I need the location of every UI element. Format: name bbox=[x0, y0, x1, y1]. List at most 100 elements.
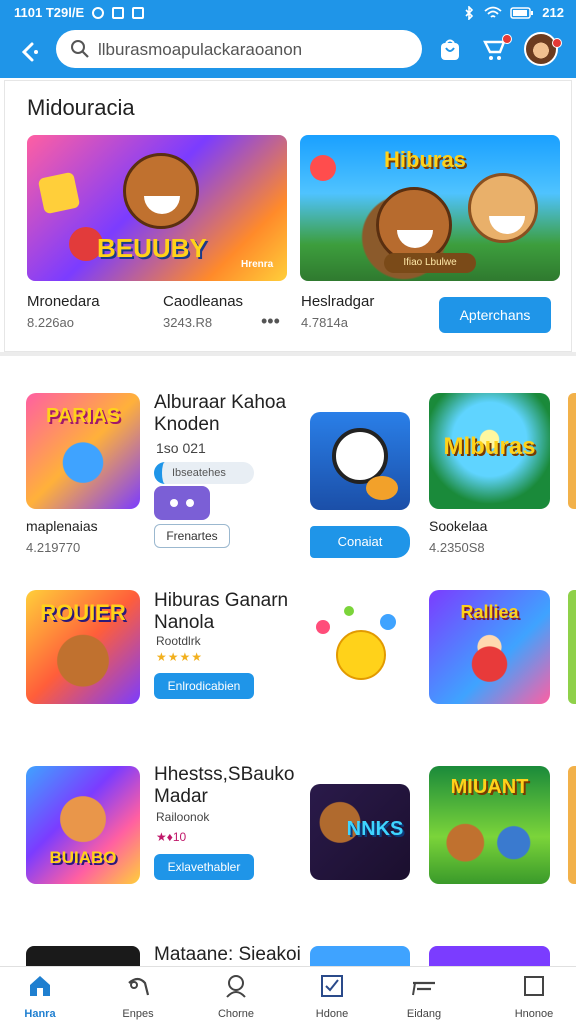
shopping-bag-icon bbox=[441, 39, 459, 60]
search-bar[interactable]: llburasmoapulackaraoanon bbox=[56, 30, 422, 68]
notification-icon bbox=[92, 6, 105, 19]
nav-more[interactable]: Hnonoe bbox=[494, 973, 574, 1023]
game-title-line2: Nanola bbox=[154, 612, 215, 633]
section-title: Midouracia bbox=[27, 95, 135, 120]
battery-level: 212 bbox=[542, 5, 564, 20]
tools-icon bbox=[412, 981, 435, 996]
home-icon bbox=[30, 976, 50, 996]
square-icon bbox=[524, 976, 544, 996]
discord-icon[interactable] bbox=[154, 486, 210, 520]
more-options-icon[interactable]: ••• bbox=[261, 311, 280, 332]
nav-label: Enpes bbox=[122, 1008, 154, 1020]
item-name: Heslradgar bbox=[301, 293, 375, 310]
game-tile-title: Mlburas bbox=[443, 433, 536, 460]
cart-badge-icon bbox=[502, 34, 512, 44]
game-tile[interactable]: MIUANT bbox=[429, 766, 550, 884]
connect-button[interactable]: Conaiat bbox=[310, 526, 410, 558]
game-tile[interactable] bbox=[310, 946, 410, 966]
avatar-badge-icon bbox=[552, 38, 562, 48]
game-title-line2: Knoden bbox=[154, 414, 220, 435]
status-time: 1101 T29l/E bbox=[14, 5, 85, 20]
status-bar: 1101 T29l/E 212 bbox=[0, 0, 576, 26]
smiley-character-icon bbox=[336, 630, 386, 680]
featured-section: Midouracia BEUUBY Hrenra Hiburas Ifiao L… bbox=[4, 80, 572, 352]
featured-banner-1[interactable]: BEUUBY Hrenra bbox=[27, 135, 287, 281]
game-tile-title: Ralliea bbox=[460, 602, 519, 622]
bottom-navigation: Hanra Enpes Chorne Hdone Eidang Hnonoe bbox=[0, 966, 576, 1024]
fruit-icon bbox=[310, 155, 336, 181]
banner-1-badge: Hrenra bbox=[241, 259, 274, 270]
item-sub: 8.226ao bbox=[27, 315, 74, 330]
game-tile-partial[interactable] bbox=[568, 766, 576, 884]
nav-label: Hnonoe bbox=[514, 1008, 554, 1020]
game-tile[interactable] bbox=[310, 412, 410, 510]
featured-banner-2[interactable]: Hiburas Ifiao Lbulwe bbox=[300, 135, 560, 281]
search-icon bbox=[71, 40, 89, 58]
avatar[interactable] bbox=[524, 32, 558, 66]
nav-done[interactable]: Hdone bbox=[292, 973, 372, 1023]
game-tile-title: PARIAS bbox=[45, 405, 121, 427]
sparkle-icon bbox=[316, 620, 330, 634]
nav-home[interactable]: Hanra bbox=[0, 973, 80, 1023]
game-tile[interactable]: ROUIER bbox=[26, 590, 140, 704]
nav-explore[interactable]: Enpes bbox=[98, 973, 178, 1023]
app-notification-icon bbox=[112, 6, 125, 19]
banner-2-title: Hiburas bbox=[384, 147, 466, 172]
top-app-bar: llburasmoapulackaraoanon bbox=[0, 26, 576, 78]
game-tile-partial[interactable] bbox=[568, 393, 576, 509]
cart-button[interactable] bbox=[482, 34, 512, 64]
section-divider bbox=[0, 352, 576, 356]
store-button[interactable] bbox=[436, 36, 464, 64]
nav-label: Hdone bbox=[315, 1008, 349, 1020]
game-sub: 1so 021 bbox=[156, 440, 206, 456]
download-icon bbox=[132, 6, 145, 19]
checkbox-icon bbox=[321, 975, 343, 997]
game-title: Hiburas Ganarn bbox=[154, 590, 289, 611]
item-sub: 3243.R8 bbox=[163, 315, 213, 330]
item-name: Caodleanas bbox=[163, 293, 244, 310]
sparkle-icon bbox=[380, 614, 396, 630]
secondary-button[interactable]: Frenartes bbox=[154, 524, 230, 548]
user-icon bbox=[226, 975, 246, 998]
rating-stars-icon: ★★★★ bbox=[156, 650, 204, 664]
game-tile[interactable]: PARIAS bbox=[26, 393, 140, 509]
nav-label: Hanra bbox=[24, 1008, 56, 1020]
item-name: Mronedara bbox=[27, 293, 100, 310]
game-tile[interactable] bbox=[429, 946, 550, 966]
action-button[interactable]: Apterchans bbox=[439, 297, 551, 333]
banner-2-tag: Ifiao Lbulwe bbox=[384, 253, 476, 273]
game-meta: 4.2350S8 bbox=[429, 540, 485, 555]
game-tile[interactable]: BUIABO bbox=[26, 766, 140, 884]
game-tile[interactable] bbox=[26, 946, 140, 966]
rating-icon: ★♦10 bbox=[156, 830, 187, 844]
game-title: Hhestss,SBauko bbox=[154, 764, 295, 785]
category-chip[interactable]: Ibseatehes bbox=[154, 462, 254, 484]
emoji-character-tile[interactable] bbox=[310, 600, 410, 700]
install-button[interactable]: Exlavethabler bbox=[154, 854, 254, 880]
search-input[interactable]: llburasmoapulackaraoanon bbox=[98, 40, 302, 60]
nav-library[interactable]: Eidang bbox=[384, 973, 464, 1023]
game-name: maplenaias bbox=[26, 518, 98, 534]
game-tile-partial[interactable] bbox=[568, 590, 576, 704]
game-tile-title: NNKS bbox=[346, 818, 404, 840]
game-meta: 4.219770 bbox=[26, 540, 81, 555]
game-sub: Railoonok bbox=[156, 810, 210, 824]
wifi-icon bbox=[484, 6, 502, 18]
game-tile-title: BUIABO bbox=[49, 848, 117, 867]
game-title-line2: Madar bbox=[154, 786, 208, 807]
toy-block-icon bbox=[37, 171, 81, 215]
back-button[interactable] bbox=[16, 38, 44, 66]
game-title: Alburaar Kahoa bbox=[154, 392, 287, 413]
game-tile[interactable]: Ralliea bbox=[429, 590, 550, 704]
game-tile[interactable]: Mlburas bbox=[429, 393, 550, 509]
sparkle-icon bbox=[344, 606, 354, 616]
nav-games[interactable]: Chorne bbox=[196, 973, 276, 1023]
game-tile-title: ROUIER bbox=[40, 600, 126, 625]
game-tile[interactable]: NNKS bbox=[310, 784, 410, 880]
banner-1-title: BEUUBY bbox=[97, 233, 207, 263]
install-button[interactable]: Enlrodicabien bbox=[154, 673, 254, 699]
game-name: Sookelaa bbox=[429, 518, 488, 534]
game-tile-title: MIUANT bbox=[450, 776, 529, 798]
back-arrow-icon bbox=[21, 42, 38, 62]
item-sub: 4.7814a bbox=[301, 315, 348, 330]
